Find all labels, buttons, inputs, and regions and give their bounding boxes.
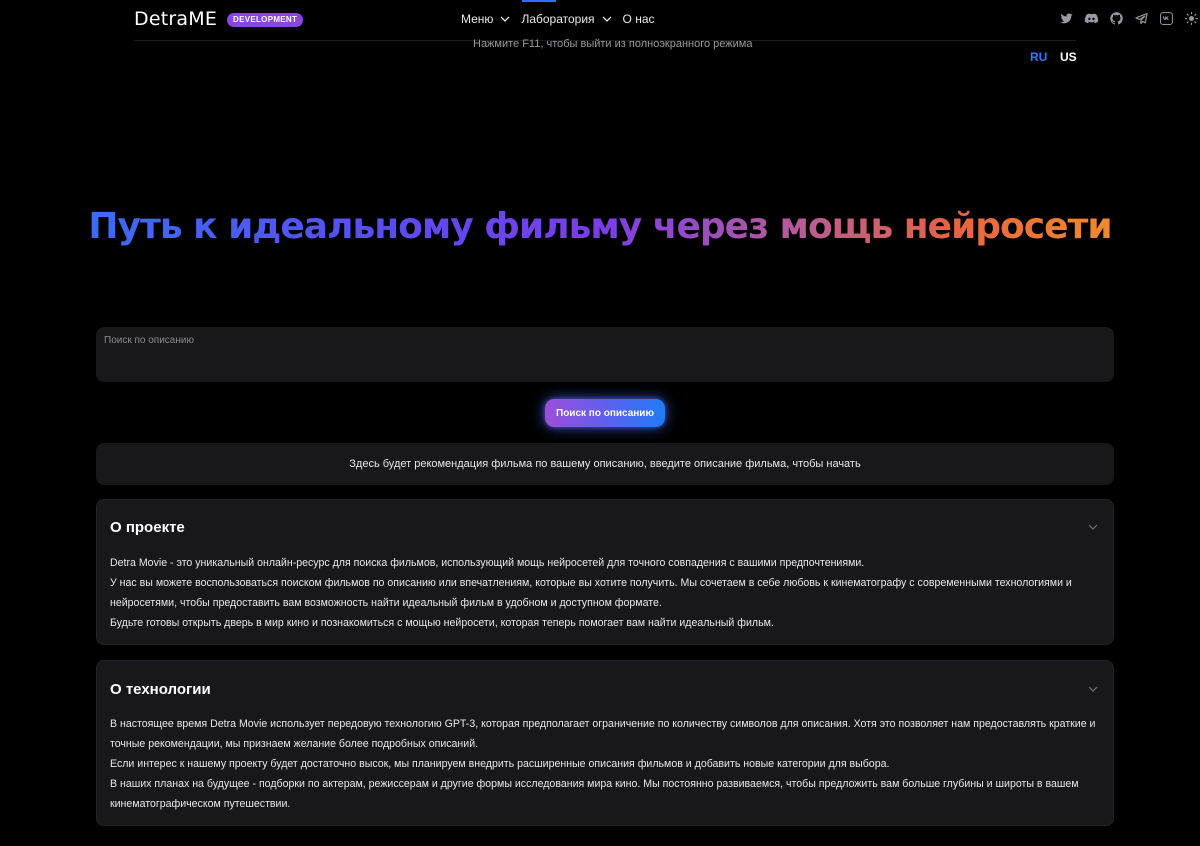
- paragraph: Будьте готовы открыть дверь в мир кино и…: [110, 617, 774, 629]
- discord-icon[interactable]: [1083, 10, 1099, 26]
- accordion-tech-title[interactable]: О технологии: [110, 681, 211, 698]
- nav-item-label: Меню: [461, 12, 494, 26]
- chevron-down-icon[interactable]: [1087, 521, 1099, 533]
- nav-item-about[interactable]: О нас: [623, 12, 655, 26]
- accordion-about-title[interactable]: О проекте: [110, 519, 185, 536]
- top-header: DetraME DEVELOPMENT Меню Лаборатория О н…: [134, 0, 1198, 41]
- recommendation-box: Здесь будет рекомендация фильма по вашем…: [96, 443, 1114, 485]
- paragraph: В наших планах на будущее - подборки по …: [110, 778, 1079, 810]
- search-box: [96, 327, 1114, 382]
- accordion-tech: О технологии В настоящее время Detra Mov…: [96, 660, 1114, 826]
- search-input[interactable]: [96, 327, 1114, 382]
- social-links: [1058, 10, 1199, 26]
- paragraph: У нас вы можете воспользоваться поиском …: [110, 577, 1072, 609]
- accordion-about-body: Detra Movie - это уникальный онлайн-ресу…: [110, 553, 1099, 633]
- nav-item-label: Лаборатория: [521, 12, 595, 26]
- twitter-icon[interactable]: [1058, 10, 1074, 26]
- chevron-down-icon[interactable]: [1087, 683, 1099, 695]
- paragraph: Если интерес к нашему проекту будет дост…: [110, 758, 890, 770]
- github-icon[interactable]: [1108, 10, 1124, 26]
- main-nav: Меню Лаборатория О нас: [461, 12, 655, 26]
- accordion-about: О проекте Detra Movie - это уникальный о…: [96, 499, 1114, 645]
- accordion-tech-body: В настоящее время Detra Movie использует…: [110, 714, 1099, 814]
- chevron-down-icon: [500, 16, 510, 22]
- hero-title-text: Путь к идеальному фильму через мощь нейр…: [88, 206, 1112, 247]
- telegram-icon[interactable]: [1133, 10, 1149, 26]
- paragraph: В настоящее время Detra Movie использует…: [110, 718, 1096, 750]
- logo[interactable]: DetraME: [134, 8, 217, 30]
- search-button[interactable]: Поиск по описанию: [545, 399, 665, 427]
- development-badge: DEVELOPMENT: [227, 13, 304, 27]
- nav-item-lab[interactable]: Лаборатория: [521, 12, 612, 26]
- sun-icon[interactable]: [1183, 10, 1199, 26]
- language-ru[interactable]: RU: [1030, 50, 1047, 64]
- active-indicator: [522, 0, 556, 2]
- vk-icon[interactable]: [1158, 10, 1174, 26]
- hero-title: Путь к идеальному фильму через мощь нейр…: [0, 206, 1200, 247]
- nav-item-menu[interactable]: Меню: [461, 12, 511, 26]
- fullscreen-notice: Нажмите F11, чтобы выйти из полноэкранно…: [473, 38, 753, 50]
- recommendation-text: Здесь будет рекомендация фильма по вашем…: [349, 458, 861, 470]
- nav-item-label: О нас: [622, 12, 655, 26]
- language-us[interactable]: US: [1060, 50, 1077, 64]
- paragraph: Detra Movie - это уникальный онлайн-ресу…: [110, 557, 865, 569]
- chevron-down-icon: [602, 16, 611, 22]
